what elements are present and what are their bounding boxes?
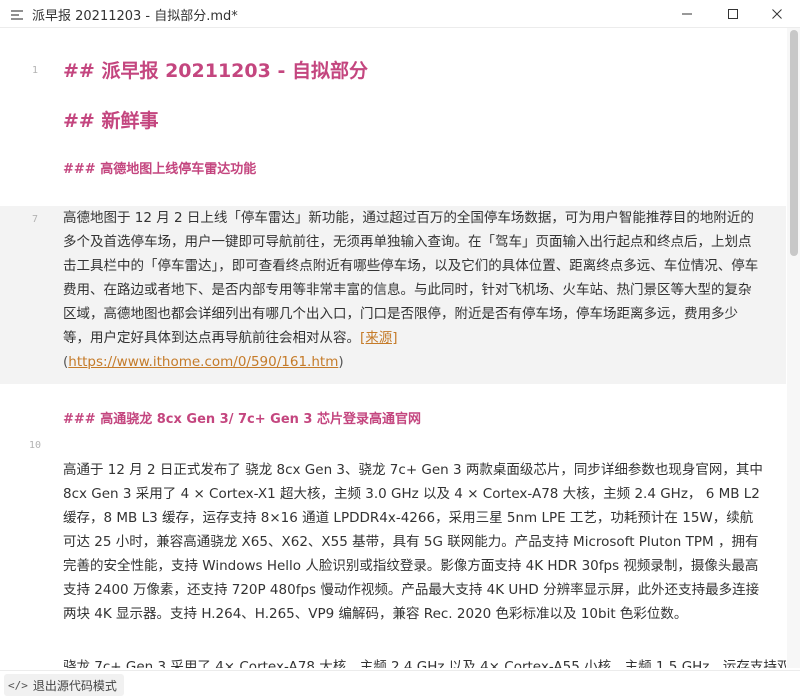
source-link-text[interactable]: [来源] <box>360 330 398 346</box>
section2-heading[interactable]: ### 高通骁龙 8cx Gen 3/ 7c+ Gen 3 芯片登录高通官网 <box>63 411 421 429</box>
code-icon: </> <box>8 678 28 692</box>
exit-source-mode-button[interactable]: </> 退出源代码模式 <box>4 674 124 696</box>
scrollbar-thumb[interactable] <box>790 30 798 256</box>
title-bar: 派早报 20211203 - 自拟部分.md* <box>0 0 800 28</box>
maximize-icon <box>728 9 738 19</box>
minimize-button[interactable] <box>664 0 710 28</box>
status-bar: </> 退出源代码模式 <box>0 670 800 698</box>
maximize-button[interactable] <box>710 0 756 28</box>
section1-paragraph[interactable]: 高德地图于 12 月 2 日上线「停车雷达」新功能，通过超过百万的全国停车场数据… <box>63 206 763 374</box>
link-paren-close: ) <box>338 354 344 370</box>
source-link-url[interactable]: https://www.ithome.com/0/590/161.htm <box>68 354 338 370</box>
minimize-icon <box>682 13 692 15</box>
menu-icon[interactable] <box>10 7 24 21</box>
section1-heading[interactable]: ### 高德地图上线停车雷达功能 <box>63 161 256 179</box>
heading-news[interactable]: ## 新鲜事 <box>63 109 158 133</box>
section3-paragraph-partial[interactable]: 骁龙 7c+ Gen 3 采用了 4× Cortex-A78 大核，主频 2.4… <box>63 655 786 668</box>
section2-paragraph[interactable]: 高通于 12 月 2 日正式发布了 骁龙 8cx Gen 3、骁龙 7c+ Ge… <box>63 458 763 626</box>
close-button[interactable] <box>754 0 800 28</box>
heading-main[interactable]: ## 派早报 20211203 - 自拟部分 <box>63 59 368 83</box>
close-icon <box>772 9 782 19</box>
window-title: 派早报 20211203 - 自拟部分.md* <box>32 9 238 24</box>
line-number: 10 <box>28 440 42 451</box>
line-number: 1 <box>31 65 39 76</box>
exit-source-mode-label: 退出源代码模式 <box>32 678 117 693</box>
source-editor[interactable]: 1 ## 派早报 20211203 - 自拟部分 ## 新鲜事 ### 高德地图… <box>0 28 786 668</box>
line-number: 7 <box>31 214 39 225</box>
section1-body-text: 高德地图于 12 月 2 日上线「停车雷达」新功能，通过超过百万的全国停车场数据… <box>63 210 759 346</box>
